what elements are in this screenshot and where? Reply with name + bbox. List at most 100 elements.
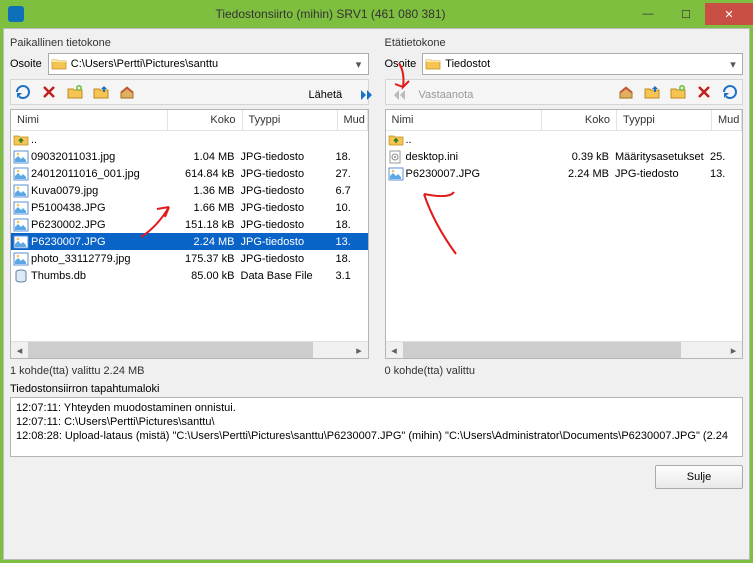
app-icon: [8, 6, 24, 22]
file-row[interactable]: P6230007.JPG2.24 MBJPG-tiedosto13.: [11, 233, 368, 250]
file-row[interactable]: photo_33112779.jpg175.37 kBJPG-tiedosto1…: [11, 250, 368, 267]
file-row[interactable]: 24012011016_001.jpg614.84 kBJPG-tiedosto…: [11, 165, 368, 182]
file-row[interactable]: ..: [386, 131, 743, 148]
file-icon: [388, 150, 404, 164]
local-file-list[interactable]: Nimi Koko Tyyppi Mud ..09032011031.jpg1.…: [10, 109, 369, 359]
close-dialog-button[interactable]: Sulje: [655, 465, 743, 489]
file-size: 1.36 MB: [166, 185, 241, 197]
file-type: JPG-tiedosto: [241, 185, 336, 197]
file-type: JPG-tiedosto: [241, 236, 336, 248]
local-list-header[interactable]: Nimi Koko Tyyppi Mud: [11, 110, 368, 131]
file-icon: [13, 150, 29, 164]
file-mod: 13.: [336, 236, 366, 248]
file-row[interactable]: P5100438.JPG1.66 MBJPG-tiedosto10.: [11, 199, 368, 216]
file-mod: 18.: [336, 219, 366, 231]
col-name[interactable]: Nimi: [11, 110, 168, 130]
home-icon[interactable]: [118, 83, 136, 101]
file-type: JPG-tiedosto: [241, 253, 336, 265]
file-mod: 10.: [336, 202, 366, 214]
file-name: Kuva0079.jpg: [31, 185, 166, 197]
scroll-left-icon[interactable]: ◂: [386, 342, 403, 358]
delete-icon[interactable]: [40, 83, 58, 101]
file-type: JPG-tiedosto: [241, 168, 336, 180]
remote-hscrollbar[interactable]: ◂ ▸: [386, 341, 743, 358]
log-box[interactable]: 12:07:11: Yhteyden muodostaminen onnistu…: [10, 397, 743, 457]
col-type[interactable]: Tyyppi: [243, 110, 338, 130]
folder-icon: [425, 57, 441, 71]
file-row[interactable]: Kuva0079.jpg1.36 MBJPG-tiedosto6.7: [11, 182, 368, 199]
file-name: ..: [406, 134, 541, 146]
log-line: 12:07:11: C:\Users\Pertti\Pictures\santt…: [16, 415, 737, 429]
file-size: 1.04 MB: [166, 151, 241, 163]
file-type: JPG-tiedosto: [241, 202, 336, 214]
file-name: P5100438.JPG: [31, 202, 166, 214]
file-row[interactable]: 09032011031.jpg1.04 MBJPG-tiedosto18.: [11, 148, 368, 165]
new-folder-icon[interactable]: [66, 83, 84, 101]
folder-up-icon[interactable]: [643, 83, 661, 101]
remote-panel-title: Etätietokone: [385, 35, 744, 49]
refresh-icon[interactable]: [14, 83, 32, 101]
local-path-text: C:\Users\Pertti\Pictures\santtu: [71, 58, 352, 70]
col-name[interactable]: Nimi: [386, 110, 543, 130]
refresh-icon[interactable]: [721, 83, 739, 101]
file-row[interactable]: desktop.ini0.39 kBMääritysasetukset25.: [386, 148, 743, 165]
local-panel: Paikallinen tietokone Osoite C:\Users\Pe…: [10, 35, 369, 379]
new-folder-icon[interactable]: [669, 83, 687, 101]
file-name: 24012011016_001.jpg: [31, 168, 166, 180]
col-size[interactable]: Koko: [542, 110, 617, 130]
col-mod[interactable]: Mud: [338, 110, 368, 130]
receive-arrow-icon[interactable]: [391, 87, 407, 106]
home-icon[interactable]: [617, 83, 635, 101]
log-line: 12:07:11: Yhteyden muodostaminen onnistu…: [16, 401, 737, 415]
file-row[interactable]: P6230002.JPG151.18 kBJPG-tiedosto18.: [11, 216, 368, 233]
file-mod: 27.: [336, 168, 366, 180]
scroll-left-icon[interactable]: ◂: [11, 342, 28, 358]
folder-up-icon[interactable]: [92, 83, 110, 101]
local-status: 1 kohde(tta) valittu 2.24 MB: [10, 363, 369, 379]
file-icon: [13, 252, 29, 266]
file-name: 09032011031.jpg: [31, 151, 166, 163]
file-mod: 3.1: [336, 270, 366, 282]
file-icon: [13, 167, 29, 181]
remote-path-combo[interactable]: Tiedostot ▾: [422, 53, 743, 75]
file-icon: [13, 201, 29, 215]
remote-toolbar: [385, 79, 744, 105]
log-line: 12:08:28: Upload-lataus (mistä) "C:\User…: [16, 429, 737, 443]
file-row[interactable]: Thumbs.db85.00 kBData Base File3.1: [11, 267, 368, 284]
file-size: 1.66 MB: [166, 202, 241, 214]
file-name: photo_33112779.jpg: [31, 253, 166, 265]
local-path-combo[interactable]: C:\Users\Pertti\Pictures\santtu ▾: [48, 53, 369, 75]
file-size: 614.84 kB: [166, 168, 241, 180]
file-size: 2.24 MB: [166, 236, 241, 248]
file-mod: 13.: [710, 168, 740, 180]
dropdown-icon: ▾: [352, 58, 366, 71]
log-section: Tiedostonsiirron tapahtumaloki 12:07:11:…: [10, 383, 743, 457]
client-area: Paikallinen tietokone Osoite C:\Users\Pe…: [3, 28, 750, 560]
file-type: JPG-tiedosto: [241, 151, 336, 163]
file-name: P6230002.JPG: [31, 219, 166, 231]
col-mod[interactable]: Mud: [712, 110, 742, 130]
log-label: Tiedostonsiirron tapahtumaloki: [10, 383, 743, 395]
file-icon: [388, 133, 404, 147]
remote-list-header[interactable]: Nimi Koko Tyyppi Mud: [386, 110, 743, 131]
file-type: JPG-tiedosto: [241, 219, 336, 231]
col-size[interactable]: Koko: [168, 110, 243, 130]
maximize-button[interactable]: ☐: [667, 3, 705, 25]
col-type[interactable]: Tyyppi: [617, 110, 712, 130]
delete-icon[interactable]: [695, 83, 713, 101]
scroll-right-icon[interactable]: ▸: [725, 342, 742, 358]
file-mod: 18.: [336, 253, 366, 265]
close-button[interactable]: ✕: [705, 3, 753, 25]
file-type: JPG-tiedosto: [615, 168, 710, 180]
file-icon: [13, 218, 29, 232]
file-row[interactable]: P6230007.JPG2.24 MBJPG-tiedosto13.: [386, 165, 743, 182]
scroll-right-icon[interactable]: ▸: [351, 342, 368, 358]
remote-file-list[interactable]: Nimi Koko Tyyppi Mud .. desktop.ini0.39 k…: [385, 109, 744, 359]
file-size: 0.39 kB: [540, 151, 615, 163]
file-size: 175.37 kB: [166, 253, 241, 265]
file-row[interactable]: ..: [11, 131, 368, 148]
file-type: Määritysasetukset: [615, 151, 710, 163]
minimize-button[interactable]: —: [629, 3, 667, 25]
send-arrow-icon[interactable]: [359, 87, 375, 106]
local-hscrollbar[interactable]: ◂ ▸: [11, 341, 368, 358]
